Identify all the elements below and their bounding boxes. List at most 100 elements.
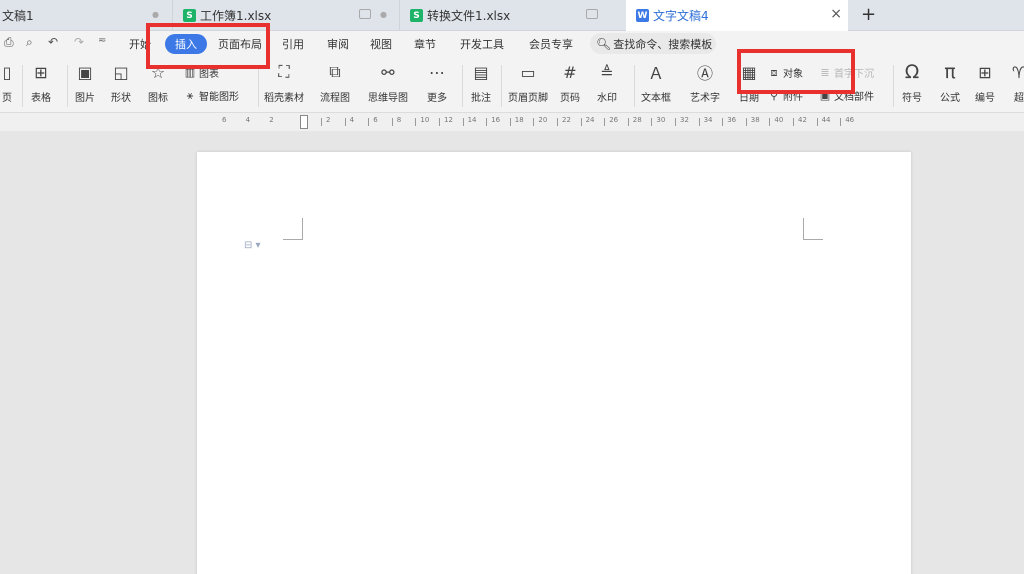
window-icon[interactable] — [359, 9, 371, 19]
ruler-tick — [769, 118, 771, 126]
material-button[interactable]: ⛶ 稻壳素材 — [264, 61, 304, 104]
shape-icon: ◱ — [113, 62, 129, 82]
undo-icon[interactable]: ↶ — [48, 35, 58, 49]
numbering-icon: ⊞ — [978, 62, 992, 82]
menu-developer[interactable]: 开发工具 — [460, 36, 504, 52]
formula-button[interactable]: π 公式 — [939, 61, 961, 104]
menu-references[interactable]: 引用 — [282, 36, 304, 52]
tab-text-document-4[interactable]: W 文字文稿4 × — [626, 0, 848, 31]
ruler-tick-label: 28 — [632, 116, 642, 124]
ruler-tick — [745, 118, 747, 126]
menu-review[interactable]: 审阅 — [327, 36, 349, 52]
page-button[interactable]: ▯ 页 — [0, 61, 18, 105]
ruler-tick-label: 30 — [656, 116, 666, 124]
tab-label: 工作簿1.xlsx — [200, 9, 272, 23]
comment-icon: ▤ — [473, 62, 489, 82]
numbering-label: 编号 — [975, 93, 995, 104]
highlight-object-button — [737, 49, 855, 94]
watermark-button[interactable]: ≜ 水印 — [596, 61, 618, 105]
tab-converted-file-1[interactable]: S 转换文件1.xlsx — [399, 0, 625, 31]
flowchart-button[interactable]: ⧉ 流程图 — [320, 61, 350, 104]
ruler-tick-label: 16 — [491, 116, 501, 124]
ruler-tick-label: 4 — [349, 116, 355, 124]
menu-view[interactable]: 视图 — [370, 36, 392, 52]
ruler-tick-label: 22 — [562, 116, 571, 124]
horizontal-ruler[interactable]: 6 4 2 2 4 6 8 10 12 14 16 18 20 22 24 26 28 30 32 34 36 38 40 4… — [0, 113, 1024, 131]
ruler-tick — [368, 118, 370, 126]
document-page[interactable]: ⊟ ▾ — [197, 152, 911, 574]
command-search[interactable]: 🔍︎ 查找命令、搜索模板 — [590, 33, 716, 54]
ruler-tick-label: 40 — [774, 116, 784, 124]
customize-toolbar-icon[interactable]: ≂ — [98, 35, 106, 46]
numbering-button[interactable]: ⊞ 编号 — [974, 61, 996, 105]
symbol-button[interactable]: Ω 符号 — [901, 61, 923, 104]
document-canvas: ⊟ ▾ — [0, 131, 1024, 574]
wordart-icon: Ⓐ — [696, 64, 713, 83]
watermark-label: 水印 — [597, 93, 617, 104]
ruler-tick-label: 12 — [444, 116, 453, 124]
window-icon[interactable] — [586, 9, 598, 19]
ruler-tick-label: 4 — [245, 116, 251, 124]
icon-label: 图标 — [148, 93, 168, 104]
tab-label: 文字文稿4 — [653, 9, 709, 23]
hyperlink-icon: ♈ — [1011, 62, 1024, 82]
shape-button[interactable]: ◱ 形状 — [110, 61, 132, 105]
textbox-button[interactable]: Ａ 文本框 — [641, 61, 671, 104]
header-footer-button[interactable]: ▭ 页眉页脚 — [508, 61, 548, 105]
textbox-icon: Ａ — [647, 64, 664, 83]
tab-document-1[interactable]: 文稿1 ● — [0, 0, 170, 31]
flowchart-icon: ⧉ — [329, 62, 341, 81]
tab-label: 转换文件1.xlsx — [427, 9, 511, 23]
print-icon[interactable]: ⎙ — [4, 35, 14, 50]
menu-section[interactable]: 章节 — [414, 36, 436, 52]
paragraph-layout-icon[interactable]: ⊟ ▾ — [244, 240, 261, 251]
mindmap-icon: ⚯ — [381, 62, 395, 82]
smart-art-icon: ⚹ — [186, 88, 194, 102]
smart-art-label: 智能图形 — [199, 92, 239, 103]
divider — [634, 65, 635, 107]
ruler-tick — [840, 118, 842, 126]
mindmap-button[interactable]: ⚯ 思维导图 — [368, 61, 408, 105]
ruler-tick — [557, 118, 558, 126]
menu-membership[interactable]: 会员专享 — [529, 36, 573, 52]
page-number-label: 页码 — [560, 93, 580, 104]
ruler-tick — [391, 118, 393, 126]
new-tab-icon[interactable]: + — [861, 4, 876, 25]
header-footer-icon: ▭ — [520, 62, 536, 82]
page-icon: ▯ — [2, 62, 12, 82]
more-icon: ⋯ — [429, 62, 445, 82]
writer-file-icon: W — [636, 9, 649, 22]
picture-label: 图片 — [75, 93, 95, 104]
ruler-tick — [604, 118, 606, 126]
table-button[interactable]: ⊞ 表格 — [30, 61, 52, 105]
more-button[interactable]: ⋯ 更多 — [426, 61, 448, 105]
hyperlink-button[interactable]: ♈ 超 — [1008, 61, 1024, 105]
smart-art-button[interactable]: ⚹ 智能图形 — [183, 88, 239, 104]
ruler-tick-label: 36 — [727, 116, 737, 124]
print-preview-icon[interactable]: ⌕ — [26, 35, 33, 50]
comment-label: 批注 — [471, 93, 491, 104]
page-number-button[interactable]: # 页码 — [559, 61, 581, 105]
picture-button[interactable]: ▣ 图片 — [74, 61, 96, 105]
ruler-tick — [580, 118, 582, 126]
close-icon[interactable]: × — [830, 6, 842, 22]
ruler-tick-label: 38 — [750, 116, 760, 124]
ruler-tick-label: 18 — [514, 116, 524, 124]
wordart-button[interactable]: Ⓐ 艺术字 — [690, 61, 720, 104]
hyperlink-label: 超 — [1014, 93, 1024, 104]
mindmap-label: 思维导图 — [368, 93, 408, 104]
ruler-tick-label: 8 — [396, 116, 402, 124]
formula-label: 公式 — [940, 93, 960, 104]
picture-icon: ▣ — [77, 62, 93, 82]
material-label: 稻壳素材 — [264, 93, 304, 104]
redo-icon[interactable]: ↷ — [74, 35, 84, 49]
indent-marker[interactable] — [300, 115, 308, 129]
table-icon: ⊞ — [34, 62, 48, 82]
ruler-tick — [462, 118, 464, 126]
comment-button[interactable]: ▤ 批注 — [470, 61, 492, 105]
shape-label: 形状 — [111, 93, 131, 104]
ruler-tick — [321, 118, 322, 126]
ruler-tick — [722, 118, 724, 126]
ruler-tick — [675, 118, 676, 126]
divider — [462, 65, 463, 107]
